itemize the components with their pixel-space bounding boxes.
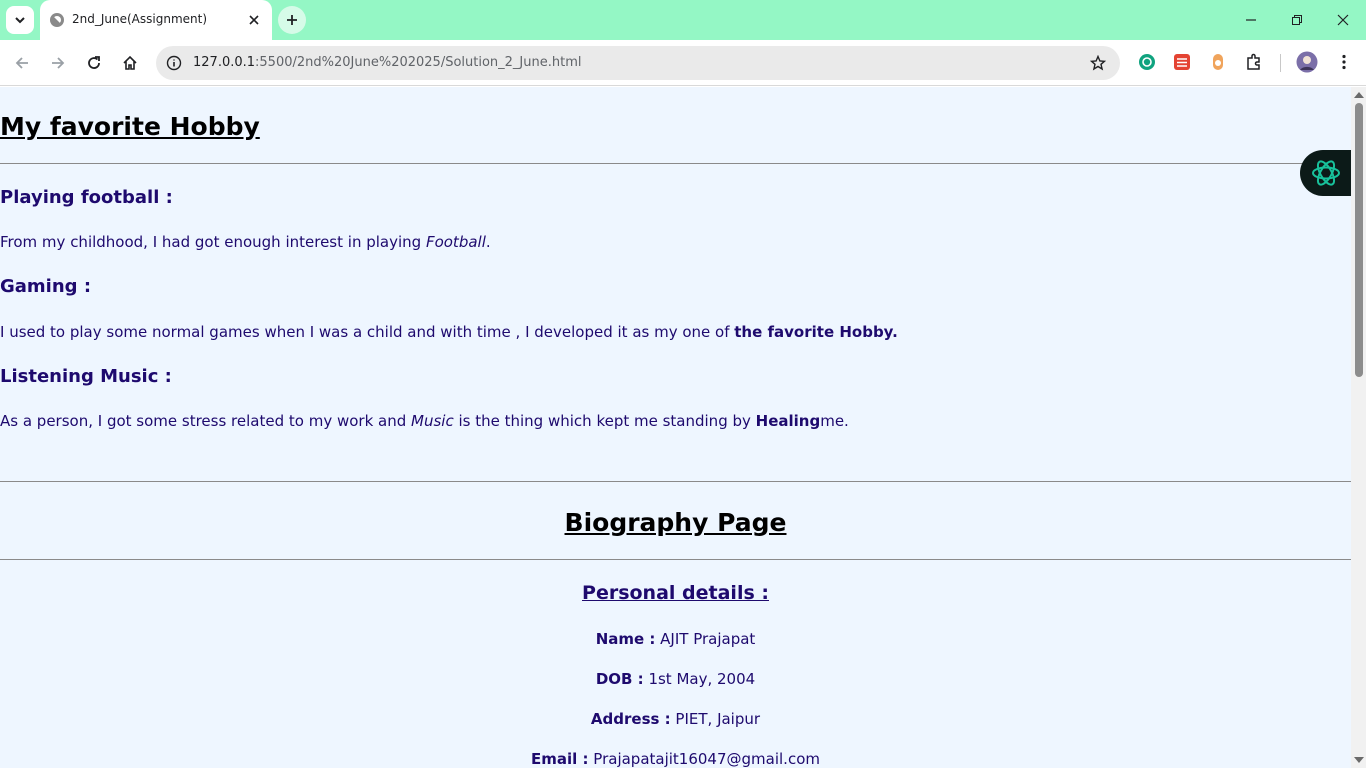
new-tab-button[interactable]	[278, 6, 306, 34]
home-icon	[123, 55, 137, 70]
ai-assistant-icon	[1312, 160, 1340, 186]
music-emphasis: Music	[411, 412, 454, 430]
active-tab[interactable]: 2nd_June(Assignment)	[40, 0, 272, 40]
detail-dob: DOB : 1st May, 2004	[0, 670, 1351, 688]
chevron-down-icon	[15, 17, 25, 24]
todoist-extension-icon[interactable]	[1172, 52, 1192, 72]
section-text-football: From my childhood, I had got enough inte…	[0, 233, 491, 251]
detail-value: PIET, Jaipur	[670, 710, 761, 728]
gaming-text: I used to play some normal games when I …	[0, 323, 735, 341]
divider	[0, 559, 1351, 560]
browser-toolbar: 127.0.0.1:5500/2nd%20June%202025/Solutio…	[0, 40, 1366, 86]
close-icon	[1337, 14, 1349, 26]
football-text-end: .	[485, 233, 491, 251]
hobby-title: My favorite Hobby	[0, 112, 260, 141]
detail-label: Email :	[531, 750, 589, 768]
football-text: From my childhood, I had got enough inte…	[0, 233, 426, 251]
detail-value: 1st May, 2004	[643, 670, 756, 688]
url-text[interactable]: 127.0.0.1:5500/2nd%20June%202025/Solutio…	[193, 55, 582, 70]
url-host: 127.0.0.1	[193, 55, 256, 70]
music-strong: Healing	[755, 412, 821, 430]
restore-button[interactable]	[1274, 0, 1320, 40]
restore-icon	[1292, 15, 1302, 25]
profile-avatar-icon[interactable]	[1296, 51, 1318, 73]
bookmark-star-icon[interactable]	[1086, 51, 1110, 75]
tab-title: 2nd_June(Assignment)	[72, 12, 208, 26]
music-text: As a person, I got some stress related t…	[0, 412, 412, 430]
arrow-left-icon	[15, 57, 28, 69]
divider	[0, 163, 1351, 164]
tab-search-button[interactable]	[6, 6, 34, 34]
chatgpt-extension-icon[interactable]	[1137, 52, 1157, 72]
scrollbar-thumb[interactable]	[1355, 103, 1363, 377]
detail-label: DOB :	[595, 670, 644, 688]
section-heading-gaming: Gaming :	[0, 276, 92, 297]
gaming-strong: the favorite Hobby.	[734, 323, 898, 341]
plus-icon	[287, 15, 297, 25]
scroll-down-arrow-icon[interactable]	[1354, 757, 1364, 763]
minimize-button[interactable]	[1228, 0, 1274, 40]
colorful-extension-icon[interactable]	[1208, 52, 1228, 72]
reload-button[interactable]	[80, 49, 108, 77]
globe-icon	[50, 13, 64, 27]
url-path: :5500/2nd%20June%202025/Solution_2_June.…	[255, 55, 582, 70]
detail-label: Name :	[595, 630, 656, 648]
home-button[interactable]	[116, 49, 144, 77]
menu-kebab-icon[interactable]	[1334, 52, 1354, 72]
detail-value: AJIT Prajapat	[655, 630, 756, 648]
football-emphasis: Football	[425, 233, 486, 251]
toolbar-divider	[1280, 54, 1281, 72]
music-text-end: me.	[820, 412, 849, 430]
detail-address: Address : PIET, Jaipur	[0, 710, 1351, 728]
music-text-middle: is the thing which kept me standing by	[453, 412, 756, 430]
minimize-icon	[1246, 19, 1256, 21]
address-bar[interactable]: 127.0.0.1:5500/2nd%20June%202025/Solutio…	[156, 46, 1120, 80]
detail-value: Prajapatajit16047@gmail.com	[588, 750, 820, 768]
section-text-music: As a person, I got some stress related t…	[0, 412, 849, 430]
personal-details-heading: Personal details :	[582, 582, 769, 604]
section-text-gaming: I used to play some normal games when I …	[0, 323, 898, 341]
detail-name: Name : AJIT Prajapat	[0, 630, 1351, 648]
back-button[interactable]	[8, 49, 36, 77]
close-window-button[interactable]	[1320, 0, 1366, 40]
page-content: My favorite Hobby Playing football : Fro…	[0, 87, 1351, 768]
divider	[0, 481, 1351, 482]
close-tab-icon[interactable]	[244, 10, 264, 30]
tab-strip: 2nd_June(Assignment)	[0, 0, 1366, 40]
page-scrollbar[interactable]	[1351, 87, 1366, 768]
detail-email: Email : Prajapatajit16047@gmail.com	[0, 750, 1351, 768]
site-info-icon[interactable]	[162, 51, 186, 75]
arrow-right-icon	[52, 57, 65, 69]
scroll-up-arrow-icon[interactable]	[1354, 92, 1364, 98]
biography-title: Biography Page	[564, 508, 787, 537]
forward-button[interactable]	[44, 49, 72, 77]
reload-icon	[88, 56, 100, 69]
extensions-puzzle-icon[interactable]	[1244, 52, 1264, 72]
detail-label: Address :	[590, 710, 671, 728]
section-heading-football: Playing football :	[0, 187, 173, 208]
section-heading-music: Listening Music :	[0, 366, 172, 387]
